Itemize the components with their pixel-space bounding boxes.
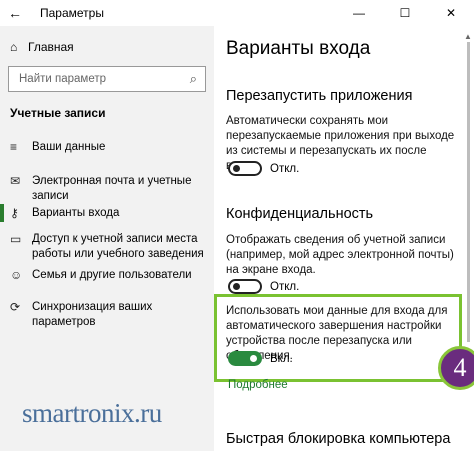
home-icon: ⌂ [10,40,18,54]
window-controls: — ☐ ✕ [336,0,474,26]
briefcase-icon: ▭ [10,232,22,246]
sync-icon: ⟳ [10,300,21,314]
watermark: smartronix.ru [22,398,162,428]
sidebar-item-label: Ваши данные [32,141,106,153]
restart-apps-toggle-state: Откл. [270,162,300,175]
search-icon[interactable]: ⌕ [190,71,197,87]
toggle-knob [250,355,257,362]
search-input[interactable]: Найти параметр [19,73,106,85]
privacy-toggle-row: Откл. [228,279,299,294]
main-content: Варианты входа Перезапустить приложения … [214,26,474,451]
sidebar-item-label: Доступ к учетной записи места работы или… [32,233,204,260]
learn-more-link[interactable]: Подробнее [228,379,288,391]
privacy-toggle-state: Откл. [270,280,300,293]
person-card-icon: ≡ [10,140,18,154]
toggle-knob [233,283,240,290]
search-box[interactable]: Найти параметр ⌕ [8,66,206,92]
mail-icon: ✉ [10,174,21,188]
sidebar-item-label: Электронная почта и учетные записи [32,175,192,202]
scroll-up-icon[interactable]: ▲ [464,32,472,41]
toggle-knob [233,165,240,172]
active-indicator [0,204,4,222]
sidebar: ⌂ Главная Найти параметр ⌕ Учетные запис… [0,26,214,451]
privacy-toggle[interactable] [228,279,262,294]
home-link[interactable]: ⌂ Главная [10,40,74,54]
title-bar: ← Параметры — ☐ ✕ [0,0,474,26]
quick-lock-heading: Быстрая блокировка компьютера [226,431,451,447]
people-icon: ☺ [10,268,23,282]
key-icon: ⚷ [10,206,19,220]
section-heading: Учетные записи [10,106,106,120]
sidebar-item-label: Варианты входа [32,207,120,219]
autologin-toggle-state: Вкл. [270,352,293,365]
scrollbar[interactable]: ▲ [462,26,474,451]
close-button[interactable]: ✕ [428,0,474,26]
autologin-toggle[interactable] [228,351,262,366]
privacy-description: Отображать сведения об учетной записи (н… [226,234,454,276]
page-title: Варианты входа [226,38,371,59]
back-arrow-icon[interactable]: ← [8,5,22,21]
privacy-heading: Конфиденциальность [226,206,374,222]
sidebar-item-label: Синхронизация ваших параметров [32,301,153,328]
window-title: Параметры [40,6,104,20]
restart-apps-toggle-row: Откл. [228,161,299,176]
restart-apps-heading: Перезапустить приложения [226,88,413,104]
maximize-button[interactable]: ☐ [382,0,428,26]
home-label: Главная [28,40,74,54]
scroll-thumb[interactable] [467,42,470,342]
autologin-toggle-row: Вкл. [228,351,293,366]
minimize-button[interactable]: — [336,0,382,26]
sidebar-item-label: Семья и другие пользователи [32,269,192,281]
restart-apps-toggle[interactable] [228,161,262,176]
